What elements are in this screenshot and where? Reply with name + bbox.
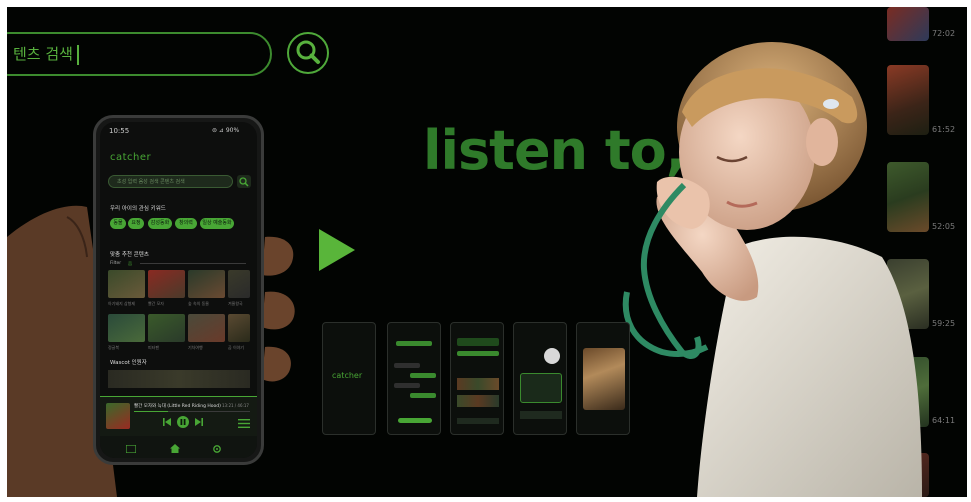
screen-preview-chat <box>387 322 441 435</box>
search-button[interactable] <box>287 32 329 74</box>
content-thumbnail[interactable] <box>188 270 225 298</box>
progress-fill <box>134 411 168 412</box>
phone-screen: 10:55 ⊜ ⊿ 90% catcher 초성 입력 음성 검색 콘텐츠 검색… <box>100 122 257 458</box>
duration-label: 59:25 <box>932 319 956 328</box>
next-track-icon[interactable] <box>194 417 204 427</box>
preview-bar <box>520 411 562 419</box>
preview-bar <box>457 338 499 346</box>
now-playing-bar[interactable]: 빨간 모자와 늑대 (Little Red Riding Hood) 13:21… <box>100 396 257 436</box>
preview-bar <box>457 418 499 424</box>
splash-app-name: catcher <box>332 371 363 380</box>
status-icons: ⊜ ⊿ 90% <box>212 127 240 134</box>
content-thumbnail[interactable] <box>228 314 250 342</box>
status-time: 10:55 <box>109 127 130 135</box>
child-listening-photo <box>622 42 922 497</box>
search-input[interactable]: 텐츠 검색 <box>7 32 272 76</box>
bottom-nav <box>100 436 257 458</box>
phone-search-placeholder: 초성 입력 음성 검색 콘텐츠 검색 <box>117 179 185 185</box>
screen-preview-list <box>450 322 504 435</box>
preview-video-frame <box>583 348 625 410</box>
keyword-chip[interactable]: 일상 예술동화 <box>200 218 234 229</box>
keyword-chip[interactable]: 감성동화 <box>148 218 172 229</box>
content-caption: 아기돼지 삼형제 <box>108 301 136 306</box>
filter-value[interactable]: 음 <box>128 261 132 267</box>
text-caret <box>76 44 79 65</box>
preview-bar <box>398 418 432 423</box>
content-thumbnail[interactable] <box>108 270 145 298</box>
screen-preview-profile <box>513 322 567 435</box>
library-icon[interactable] <box>126 445 136 453</box>
screen-preview-video <box>576 322 630 435</box>
preview-bar <box>410 373 436 378</box>
keyword-chip[interactable]: 동물 <box>110 218 126 229</box>
preview-bar <box>396 341 432 346</box>
preview-bar <box>394 363 420 368</box>
app-logo: catcher <box>110 152 152 163</box>
phone-search-input[interactable]: 초성 입력 음성 검색 콘텐츠 검색 <box>108 175 233 188</box>
keywords-title: 우리 아이의 관심 키워드 <box>110 206 166 212</box>
search-icon <box>296 40 320 64</box>
content-caption: 정글북 <box>108 345 120 350</box>
pause-icon <box>180 419 186 425</box>
keyword-chip[interactable]: 창의력 <box>175 218 197 229</box>
preview-bar <box>394 383 420 388</box>
duration-label: 61:52 <box>932 125 956 134</box>
content-caption: 곰 이야기 <box>228 345 244 350</box>
filter-slider[interactable] <box>140 263 246 264</box>
content-caption: 빨간 모자 <box>148 301 164 306</box>
preview-thumbs <box>457 378 499 390</box>
content-thumbnail[interactable] <box>148 314 185 342</box>
search-icon <box>239 177 249 187</box>
content-thumbnail[interactable] <box>188 314 225 342</box>
duration-label: 64:11 <box>932 416 956 425</box>
recommend-title: 맞춤 추천 콘텐츠 <box>110 252 149 258</box>
preview-card <box>520 373 562 403</box>
preview-bar <box>410 393 436 398</box>
content-caption: 숲 속의 동물 <box>188 301 209 306</box>
now-playing-time: 13:21 / 46:17 <box>222 403 249 408</box>
now-playing-title: 빨간 모자와 늑대 (Little Red Riding Hood) <box>134 404 221 409</box>
phone-search-button[interactable] <box>237 175 251 188</box>
now-playing-cover <box>106 403 130 429</box>
home-icon[interactable] <box>170 444 180 453</box>
section2-title: Wascot 인원자 <box>110 360 147 366</box>
preview-avatar <box>544 348 560 364</box>
preview-thumbs <box>457 395 499 407</box>
section2-strip <box>108 370 250 388</box>
duration-label: 52:05 <box>932 222 956 231</box>
content-caption: 기차여행 <box>188 345 203 350</box>
prev-track-icon[interactable] <box>162 417 172 427</box>
content-thumbnail[interactable] <box>148 270 185 298</box>
promo-stage: 텐츠 검색 listen to, 72:02 61:52 52:05 59:25… <box>7 7 967 497</box>
keyword-chip[interactable]: 요정 <box>128 218 144 229</box>
menu-icon[interactable] <box>238 419 250 428</box>
screen-preview-splash: catcher <box>322 322 376 435</box>
search-placeholder: 텐츠 검색 <box>13 45 73 63</box>
play-arrow-icon <box>319 229 355 271</box>
settings-icon[interactable] <box>212 444 222 454</box>
content-thumbnail[interactable] <box>228 270 250 298</box>
progress-track[interactable] <box>134 411 250 412</box>
content-caption: 피터팬 <box>148 345 160 350</box>
filter-label: Filter <box>110 261 122 266</box>
pause-button[interactable] <box>177 416 189 428</box>
duration-label: 72:02 <box>932 29 956 38</box>
preview-bar <box>457 351 499 356</box>
content-thumbnail[interactable] <box>108 314 145 342</box>
content-caption: 겨울왕국 <box>228 301 243 306</box>
phone-mockup: 10:55 ⊜ ⊿ 90% catcher 초성 입력 음성 검색 콘텐츠 검색… <box>93 115 264 465</box>
